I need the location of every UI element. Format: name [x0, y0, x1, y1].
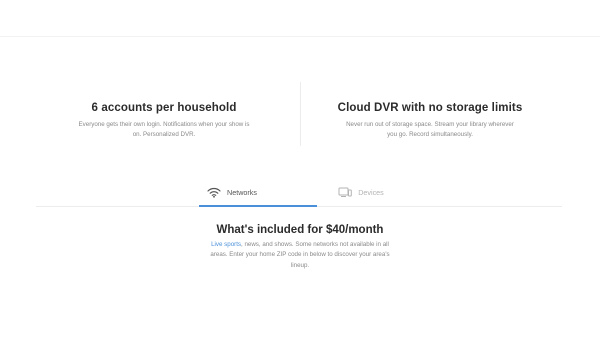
live-sports-link[interactable]: Live sports	[211, 241, 241, 248]
tab-networks[interactable]: Networks	[199, 178, 265, 206]
feature-description: Never run out of storage space. Stream y…	[346, 121, 514, 138]
tab-devices[interactable]: Devices	[332, 178, 390, 206]
feature-description: Everyone gets their own login. Notificat…	[78, 121, 250, 138]
wifi-icon	[207, 186, 221, 198]
top-divider	[0, 36, 600, 37]
vertical-divider	[300, 82, 301, 146]
included-description: Live sports, news, and shows. Some netwo…	[208, 240, 393, 271]
included-title: What's included for $40/month	[216, 224, 384, 236]
feature-title: 6 accounts per household	[91, 102, 237, 114]
tab-bar: Networks Devices	[36, 178, 562, 208]
active-tab-indicator	[199, 205, 317, 207]
tab-label: Devices	[358, 187, 384, 197]
page: 6 accounts per household Everyone gets t…	[0, 0, 600, 337]
tab-label: Networks	[227, 187, 257, 197]
feature-title: Cloud DVR with no storage limits	[337, 102, 523, 114]
included-section: What's included for $40/month Live sport…	[150, 224, 450, 271]
feature-cloud-dvr: Cloud DVR with no storage limits Never r…	[310, 80, 550, 139]
feature-accounts: 6 accounts per household Everyone gets t…	[44, 80, 284, 139]
devices-icon	[338, 186, 353, 198]
